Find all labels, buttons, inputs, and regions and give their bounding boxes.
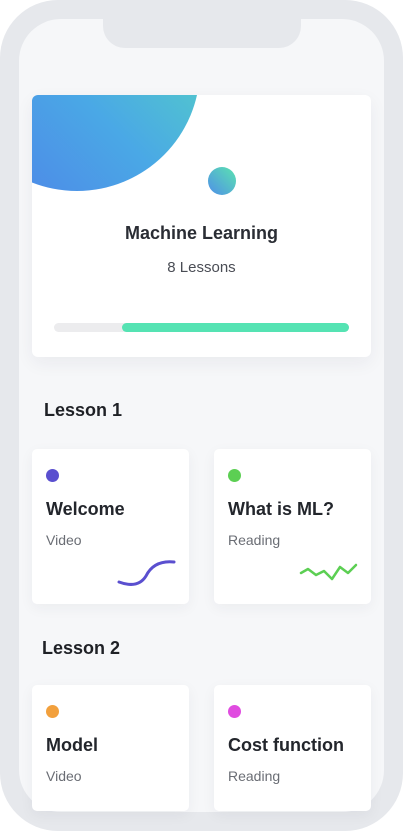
lesson-type: Video: [46, 532, 82, 548]
phone-notch: [103, 19, 301, 48]
section-heading-lesson-1: Lesson 1: [44, 400, 123, 420]
lesson-count: 8 Lessons: [167, 259, 236, 276]
lesson-dot-icon: [228, 705, 241, 718]
lesson-card-what-is-ml[interactable]: What is ML? Reading: [214, 449, 371, 604]
lesson-title: Model: [46, 735, 98, 755]
lesson-type: Reading: [228, 768, 281, 784]
lesson-title: Welcome: [46, 499, 125, 519]
lesson-card-welcome[interactable]: Welcome Video: [32, 449, 189, 604]
lesson-card-cost-function[interactable]: Cost function Reading: [214, 685, 371, 811]
lesson-dot-icon: [46, 705, 59, 718]
lesson-dot-icon: [228, 469, 241, 482]
progress-bar: [54, 323, 349, 332]
lesson-title: Cost function: [228, 735, 344, 755]
lesson-dot-icon: [46, 469, 59, 482]
activity-squiggle-icon: [117, 560, 176, 586]
progress-bar-fill: [121, 323, 349, 332]
section-heading-lesson-2: Lesson 2: [42, 638, 121, 658]
lesson-card-model[interactable]: Model Video: [32, 685, 189, 811]
course-title: Machine Learning: [124, 223, 279, 243]
activity-zigzag-icon: [299, 563, 358, 581]
course-card[interactable]: Machine Learning 8 Lessons: [32, 95, 371, 357]
course-icon: [208, 167, 236, 195]
lesson-type: Video: [46, 768, 82, 784]
decorative-blob: [32, 95, 200, 191]
lesson-title: What is ML?: [228, 499, 334, 519]
lesson-type: Reading: [228, 532, 281, 548]
